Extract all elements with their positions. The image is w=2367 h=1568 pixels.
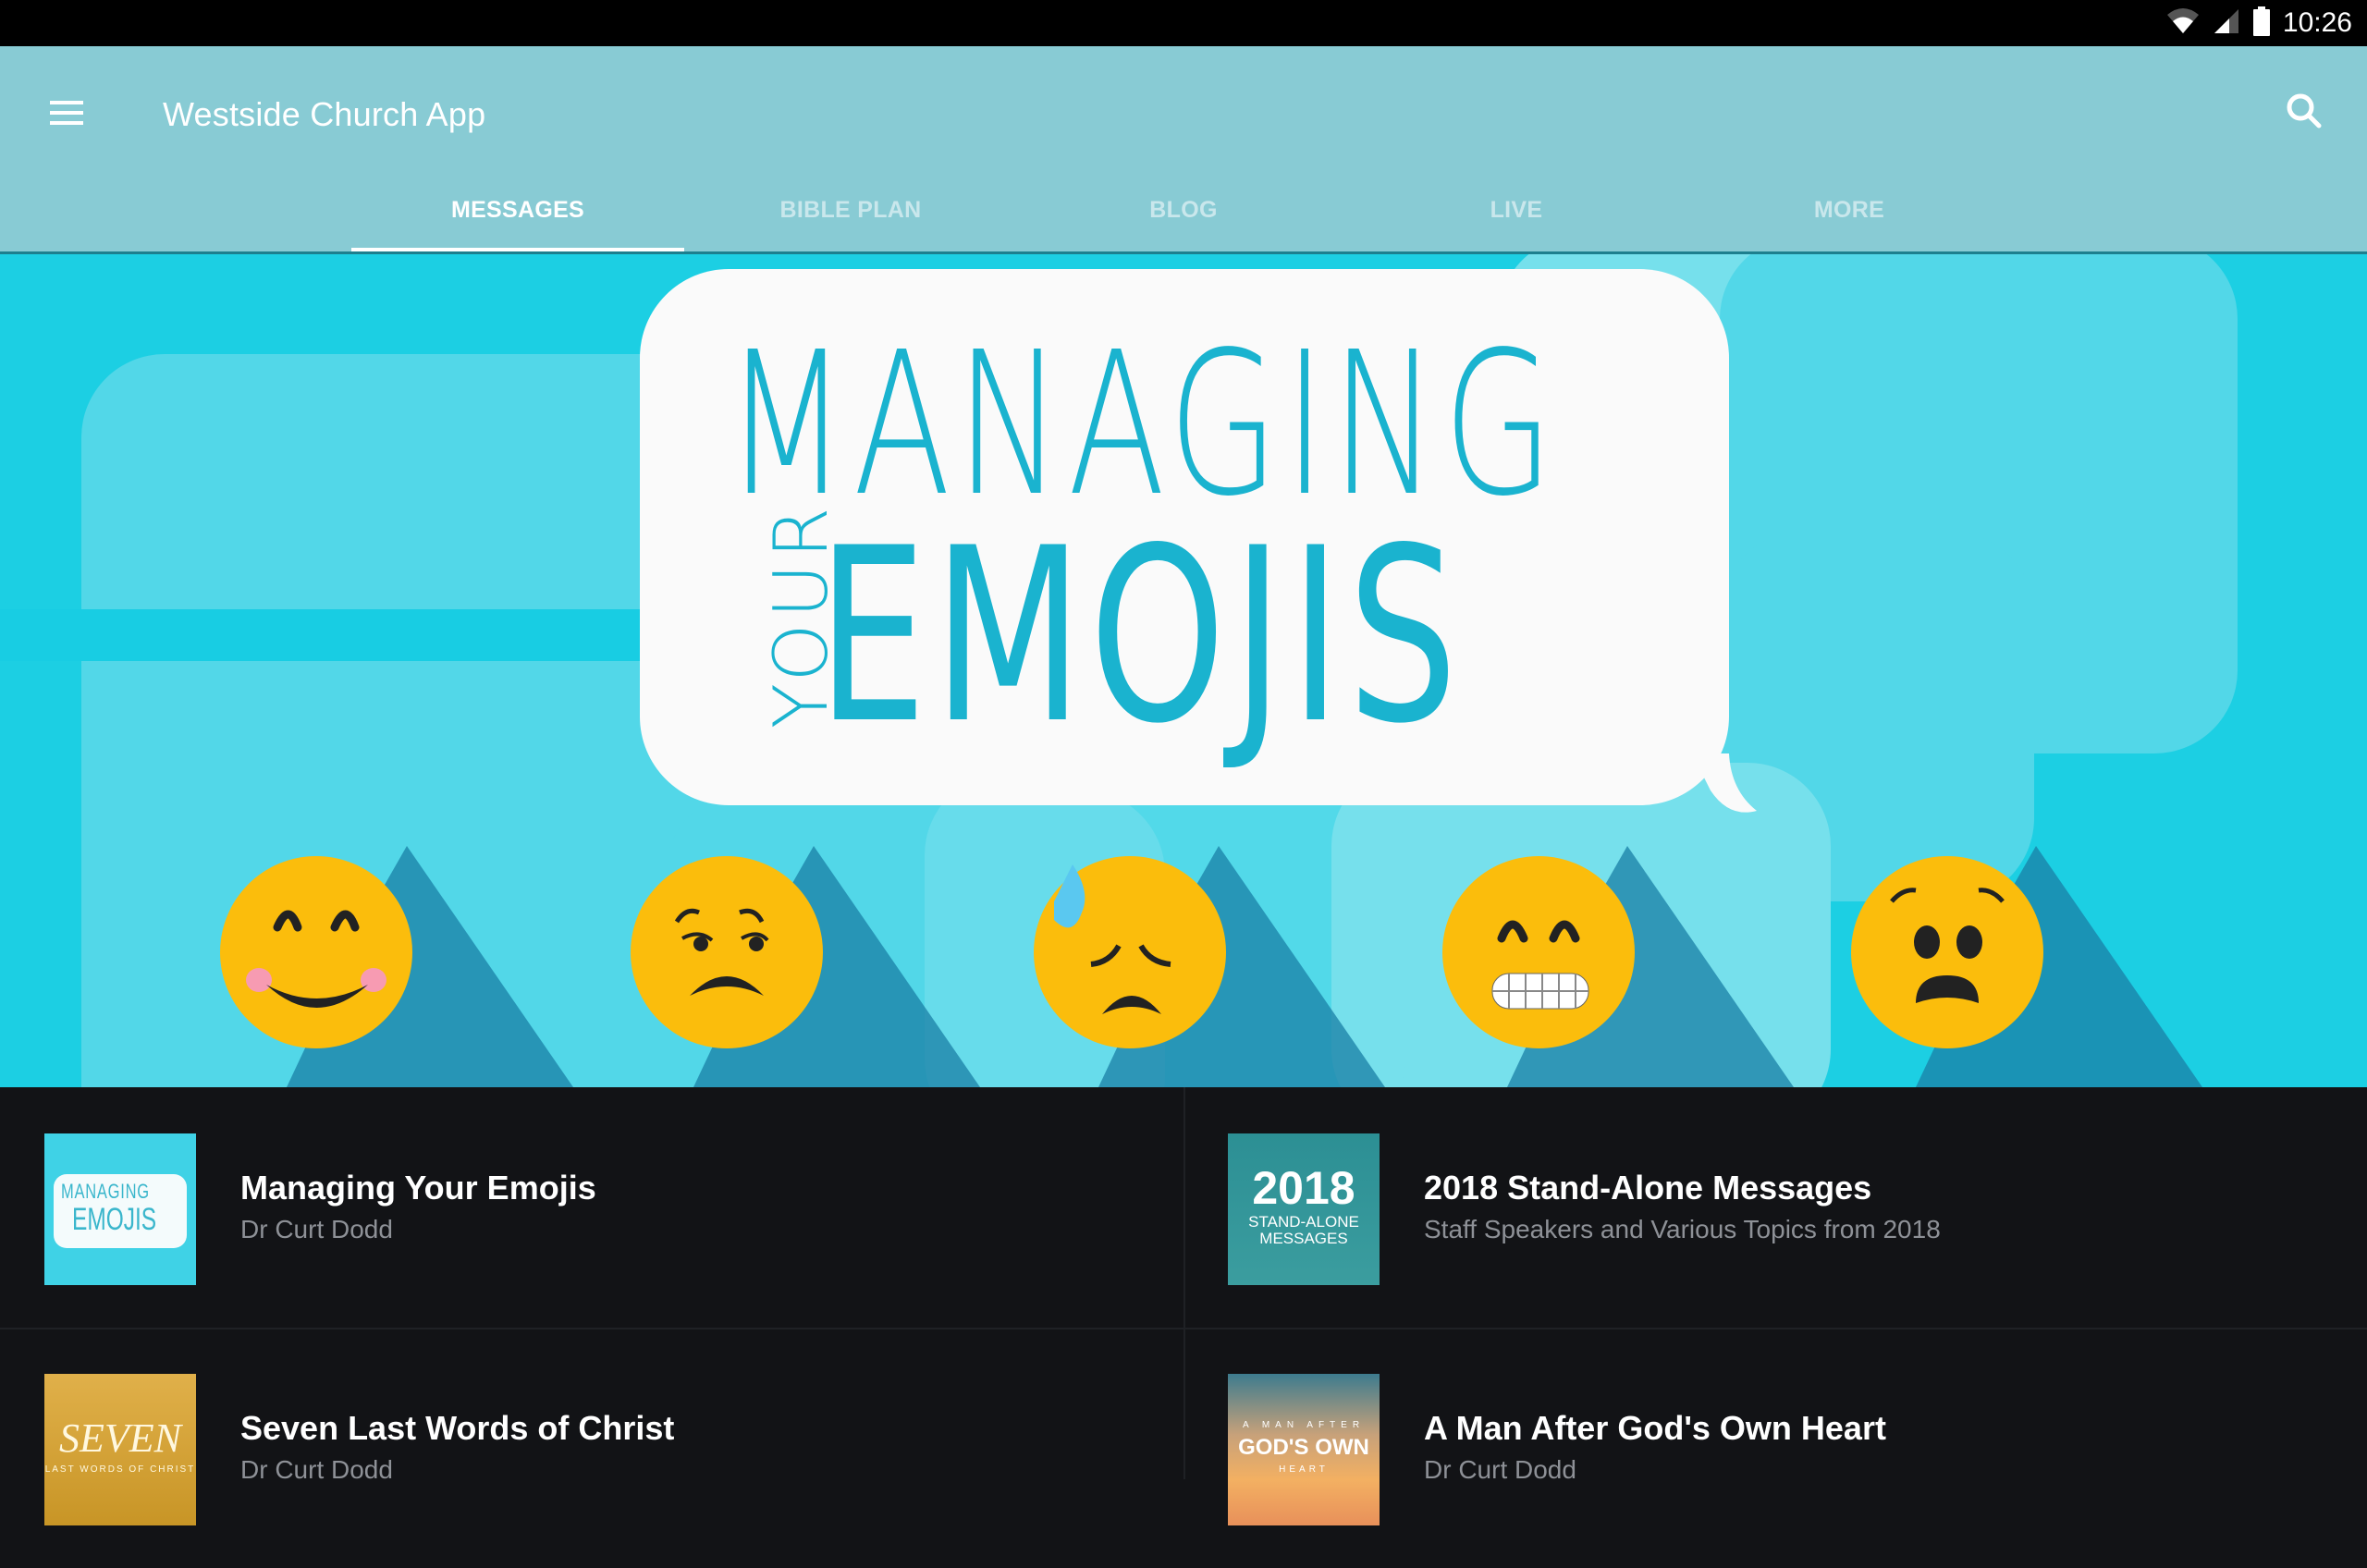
featured-series-banner[interactable]: MANAGING YOUR EMOJIS: [0, 254, 2367, 1087]
hamburger-menu-icon: [48, 99, 85, 131]
series-item-2018-stand-alone[interactable]: 2018 STAND-ALONE MESSAGES 2018 Stand-Alo…: [1184, 1087, 2367, 1328]
thumb-text-line2: LAST WORDS OF CHRIST: [44, 1464, 196, 1475]
series-subtitle: Staff Speakers and Various Topics from 2…: [1424, 1215, 1941, 1243]
unamused-emoji: [631, 856, 823, 1048]
tab-bible-plan[interactable]: BIBLE PLAN: [684, 166, 1017, 253]
anguished-emoji: [1851, 856, 2043, 1048]
thumb-text-line3: MESSAGES: [1259, 1230, 1348, 1247]
thumb-text-line1: A MAN AFTER: [1242, 1420, 1366, 1430]
series-subtitle: Dr Curt Dodd: [240, 1215, 393, 1243]
tab-more[interactable]: MORE: [1683, 166, 2016, 253]
cellular-signal-icon: [2213, 7, 2240, 40]
thumb-text-line2: EMOJIS: [72, 1202, 157, 1237]
series-title: 2018 Stand-Alone Messages: [1424, 1169, 1872, 1207]
series-thumbnail: SEVEN LAST WORDS OF CHRIST: [44, 1374, 196, 1525]
tab-bar: MESSAGES BIBLE PLAN BLOG LIVE MORE: [351, 166, 2016, 253]
search-button[interactable]: [2275, 83, 2334, 142]
thumb-text-line3: HEART: [1279, 1464, 1329, 1475]
app-bar: Westside Church App MESSAGES BIBLE PLAN …: [0, 46, 2367, 253]
series-item-man-after-gods-heart[interactable]: A MAN AFTER GOD'S OWN HEART A Man After …: [1184, 1328, 2367, 1568]
thumb-text-line1: SEVEN: [59, 1415, 181, 1461]
series-thumbnail: A MAN AFTER GOD'S OWN HEART: [1228, 1374, 1380, 1525]
battery-icon: [2252, 6, 2270, 41]
status-bar: 10:26: [0, 0, 2367, 46]
series-item-managing-your-emojis[interactable]: MANAGING EMOJIS Managing Your Emojis Dr …: [0, 1087, 1184, 1328]
emoji-row: [220, 846, 2202, 1087]
series-item-seven-last-words[interactable]: SEVEN LAST WORDS OF CHRIST Seven Last Wo…: [0, 1328, 1184, 1568]
smiling-blushing-emoji: [220, 856, 412, 1048]
thumb-text-line1: MANAGING: [61, 1180, 150, 1203]
series-title: Managing Your Emojis: [240, 1169, 596, 1207]
series-title: Seven Last Words of Christ: [240, 1409, 675, 1447]
thumb-text-line1: 2018: [1252, 1162, 1355, 1214]
app-title: Westside Church App: [163, 95, 486, 133]
series-title: A Man After God's Own Heart: [1424, 1409, 1886, 1447]
status-time: 10:26: [2282, 7, 2352, 38]
downcast-sweat-emoji: [1034, 856, 1226, 1048]
thumb-text-line2: STAND-ALONE: [1248, 1213, 1359, 1231]
grimacing-emoji: [1442, 856, 1635, 1048]
tab-blog[interactable]: BLOG: [1017, 166, 1350, 253]
tab-live[interactable]: LIVE: [1350, 166, 1683, 253]
search-icon: [2284, 91, 2324, 136]
series-thumbnail: 2018 STAND-ALONE MESSAGES: [1228, 1133, 1380, 1285]
thumb-text-line2: GOD'S OWN: [1238, 1435, 1369, 1460]
series-thumbnail: MANAGING EMOJIS: [44, 1133, 196, 1285]
wifi-icon: [2166, 7, 2200, 40]
series-subtitle: Dr Curt Dodd: [240, 1455, 393, 1484]
menu-button[interactable]: [39, 87, 94, 142]
tab-messages[interactable]: MESSAGES: [351, 166, 684, 253]
series-subtitle: Dr Curt Dodd: [1424, 1455, 1576, 1484]
